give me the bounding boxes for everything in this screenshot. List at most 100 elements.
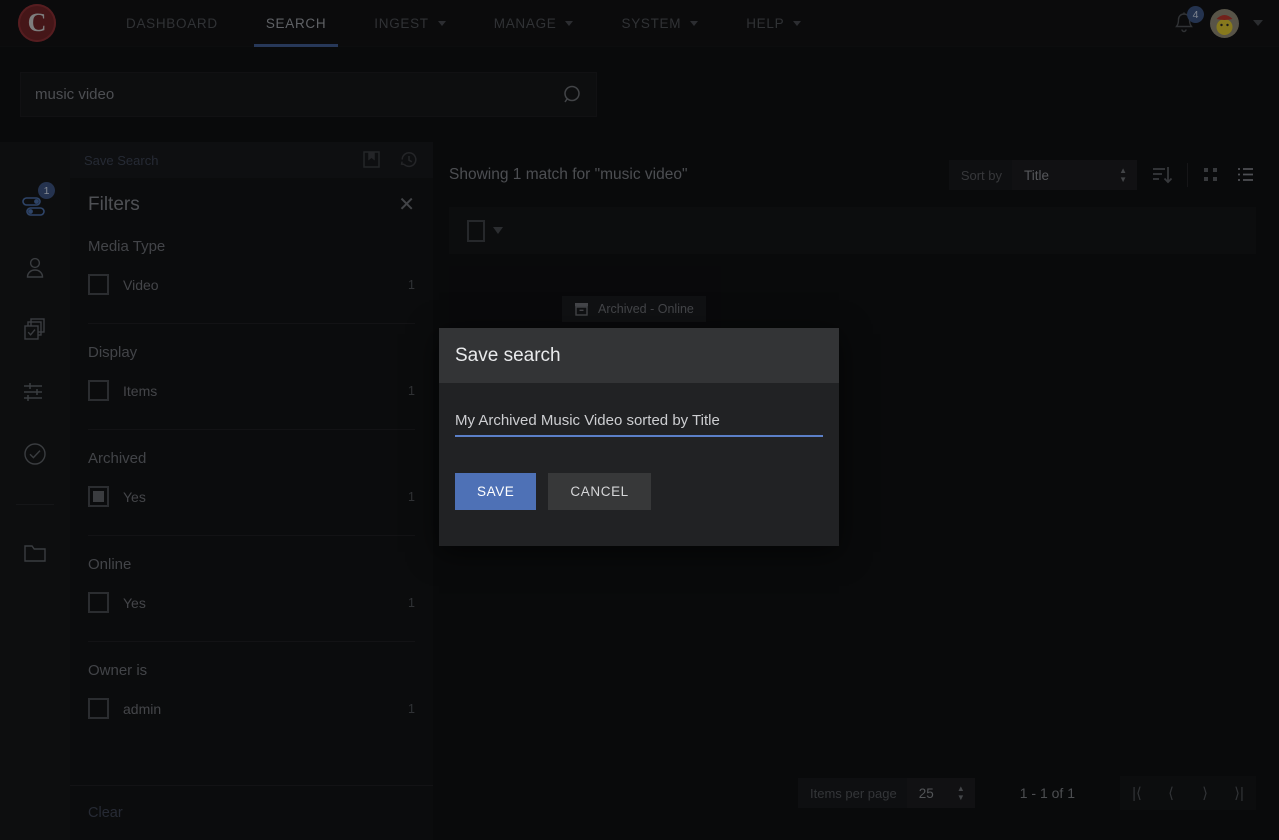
save-button[interactable]: SAVE — [455, 473, 537, 510]
filter-group-title: Archived — [88, 450, 147, 467]
filter-count: 1 — [408, 701, 415, 716]
select-all-checkbox[interactable] — [467, 219, 485, 242]
close-icon[interactable]: ✕ — [398, 195, 415, 215]
search-box — [20, 72, 597, 117]
filter-checkbox[interactable] — [88, 486, 109, 507]
grid-view-icon[interactable] — [1202, 165, 1222, 185]
notification-badge: 4 — [1187, 6, 1204, 23]
multi-select-icon — [24, 318, 45, 340]
filter-count: 1 — [408, 595, 415, 610]
filter-row[interactable]: admin 1 — [88, 693, 415, 733]
items-per-page-value: 25 — [918, 785, 934, 801]
filter-count: 1 — [408, 489, 415, 504]
filters-count-badge: 1 — [38, 182, 55, 199]
first-page-icon[interactable]: |⟨ — [1120, 776, 1154, 810]
nav-item-dashboard[interactable]: DASHBOARD — [104, 0, 240, 47]
nav-label: SYSTEM — [621, 15, 682, 31]
stepper-arrows-icon: ▲ ▼ — [1119, 166, 1127, 184]
rail-item-multi-select[interactable] — [15, 314, 55, 346]
rail-item-filters[interactable]: 1 — [15, 182, 55, 222]
archive-box-icon — [575, 303, 588, 316]
bookmark-save-icon[interactable] — [362, 150, 381, 170]
filter-count: 1 — [408, 383, 415, 398]
rail-divider — [16, 504, 54, 505]
folder-icon — [24, 545, 46, 562]
filter-group-title: Online — [88, 556, 132, 573]
nav-item-manage[interactable]: MANAGE — [472, 0, 596, 47]
status-badge: Archived - Online — [562, 296, 706, 322]
avatar[interactable] — [1210, 8, 1239, 38]
application-window: C DASHBOARD SEARCH INGEST MANAGE SYSTEM — [0, 0, 1279, 840]
filter-group-archived: Archived Yes 1 — [88, 429, 415, 535]
filter-group-title: Media Type — [88, 238, 166, 255]
chevron-down-icon — [793, 20, 802, 26]
left-icon-rail: 1 — [0, 142, 70, 840]
filter-group-online: Online Yes 1 — [88, 535, 415, 641]
previous-page-icon[interactable]: ⟨ — [1154, 776, 1188, 810]
rail-item-adjustments[interactable] — [15, 376, 55, 408]
dialog-body — [439, 383, 839, 437]
sort-descending-icon[interactable] — [1151, 164, 1173, 186]
next-page-icon[interactable]: ⟩ — [1188, 776, 1222, 810]
nav-label: SEARCH — [265, 15, 327, 31]
filter-row[interactable]: Video 1 — [88, 269, 415, 309]
app-logo[interactable]: C — [18, 4, 56, 42]
results-header: Showing 1 match for "music video" Sort b… — [433, 142, 1279, 190]
chevron-down-icon — [565, 20, 574, 26]
nav-label: MANAGE — [493, 15, 557, 31]
filter-group-title: Owner is — [88, 662, 148, 679]
chevron-down-icon — [690, 20, 699, 26]
filter-row[interactable]: Yes 1 — [88, 587, 415, 627]
filter-row[interactable]: Yes 1 — [88, 481, 415, 521]
filter-checkbox[interactable] — [88, 698, 109, 719]
filter-label: Yes — [123, 594, 146, 611]
filters-footer: Clear — [70, 785, 433, 840]
user-avatar-image — [1210, 8, 1239, 38]
pagination-bar: Items per page 25 ▲ ▼ 1 - 1 of 1 |⟨ ⟨ ⟩ ⟩… — [798, 776, 1256, 810]
check-circle-icon — [24, 443, 46, 465]
dialog-title: Save search — [455, 344, 561, 366]
rail-item-folder[interactable] — [15, 537, 55, 569]
filters-title: Filters — [88, 194, 140, 215]
main-menu: DASHBOARD SEARCH INGEST MANAGE SYSTEM HE… — [104, 0, 823, 47]
search-name-input[interactable] — [455, 412, 823, 437]
filter-group-media-type: Media Type Video 1 — [88, 226, 415, 323]
selection-toolbar — [449, 207, 1256, 254]
clear-filters-button[interactable]: Clear — [88, 805, 123, 821]
filters-panel: Filters ✕ Media Type Video 1 Display Ite… — [70, 178, 433, 840]
sort-by-control: Sort by Title ▲ ▼ — [948, 160, 1137, 190]
sort-by-select[interactable]: Title ▲ ▼ — [1012, 160, 1137, 190]
nav-item-search[interactable]: SEARCH — [244, 0, 348, 47]
select-all-dropdown-icon[interactable] — [493, 227, 503, 234]
nav-item-system[interactable]: SYSTEM — [599, 0, 720, 47]
list-view-icon[interactable] — [1236, 165, 1256, 185]
search-icon[interactable] — [550, 84, 596, 106]
filter-label: Yes — [123, 488, 146, 505]
save-search-dialog: Save search SAVE CANCEL — [439, 328, 839, 546]
nav-item-help[interactable]: HELP — [724, 0, 823, 47]
rail-item-approved[interactable] — [15, 438, 55, 470]
notifications-button[interactable]: 4 — [1172, 6, 1204, 36]
filter-label: Items — [123, 382, 158, 399]
pagination-buttons: |⟨ ⟨ ⟩ ⟩| — [1120, 776, 1256, 810]
dialog-header: Save search — [439, 328, 839, 383]
filter-group-title: Display — [88, 344, 138, 361]
filter-checkbox[interactable] — [88, 380, 109, 401]
filter-checkbox[interactable] — [88, 592, 109, 613]
filter-label: Video — [123, 276, 159, 293]
pagination-range: 1 - 1 of 1 — [1019, 785, 1075, 801]
search-input[interactable] — [21, 86, 550, 103]
filter-row[interactable]: Items 1 — [88, 375, 415, 415]
last-page-icon[interactable]: ⟩| — [1222, 776, 1256, 810]
save-search-link[interactable]: Save Search — [84, 153, 158, 168]
items-per-page-select[interactable]: 25 ▲ ▼ — [906, 778, 975, 808]
history-clock-icon[interactable] — [399, 150, 419, 170]
rail-item-person[interactable] — [15, 252, 55, 284]
cancel-button[interactable]: CANCEL — [548, 473, 651, 510]
toolbar-divider — [1187, 163, 1188, 187]
filter-checkbox[interactable] — [88, 274, 109, 295]
dialog-actions: SAVE CANCEL — [439, 437, 839, 546]
filter-label: admin — [123, 700, 162, 717]
nav-item-ingest[interactable]: INGEST — [352, 0, 467, 47]
account-chevron-down-icon[interactable] — [1253, 20, 1263, 26]
